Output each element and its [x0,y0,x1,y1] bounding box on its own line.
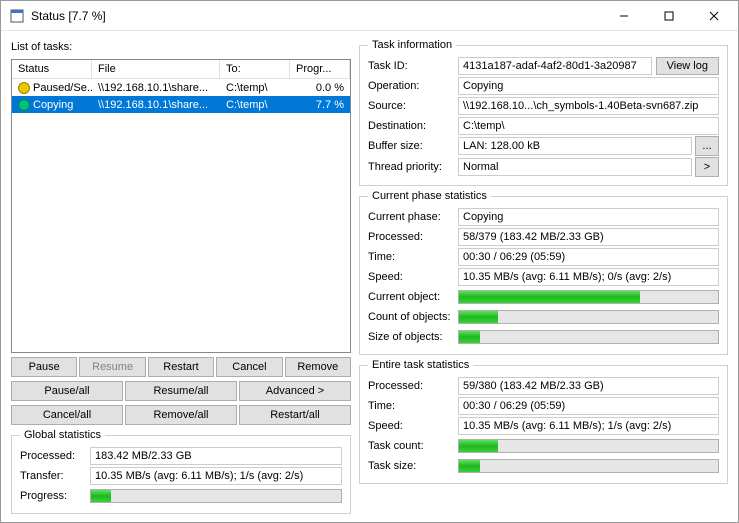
resume-button[interactable]: Resume [79,357,145,377]
phase-stats-group: Current phase statistics Current phase:C… [359,190,728,355]
view-log-button[interactable]: View log [656,57,719,75]
size-objects-bar [458,330,719,344]
restart-all-button[interactable]: Restart/all [239,405,351,425]
count-objects-bar [458,310,719,324]
col-to[interactable]: To: [220,60,290,78]
buffer-more-button[interactable]: ... [695,136,719,156]
task-size-bar [458,459,719,473]
global-transfer-value: 10.35 MB/s (avg: 6.11 MB/s); 1/s (avg: 2… [90,467,342,485]
destination-value: C:\temp\ [458,117,719,135]
task-id-value: 4131a187-adaf-4af2-80d1-3a20987 [458,57,652,75]
restart-button[interactable]: Restart [148,357,214,377]
task-row[interactable]: Copying \\192.168.10.1\share... C:\temp\… [12,96,350,113]
col-file[interactable]: File [92,60,220,78]
list-header[interactable]: Status File To: Progr... [12,60,350,79]
app-icon [9,8,25,24]
source-value: \\192.168.10...\ch_symbols-1.40Beta-svn6… [458,97,719,115]
operation-value: Copying [458,77,719,95]
window-title: Status [7.7 %] [31,9,601,23]
task-row[interactable]: Paused/Se... \\192.168.10.1\share... C:\… [12,79,350,96]
task-info-group: Task information Task ID:4131a187-adaf-4… [359,39,728,186]
pause-all-button[interactable]: Pause/all [11,381,123,401]
pause-button[interactable]: Pause [11,357,77,377]
advanced-button[interactable]: Advanced > [239,381,351,401]
cancel-all-button[interactable]: Cancel/all [11,405,123,425]
remove-button[interactable]: Remove [285,357,351,377]
resume-all-button[interactable]: Resume/all [125,381,237,401]
phase-processed-value: 58/379 (183.42 MB/2.33 GB) [458,228,719,246]
col-status[interactable]: Status [12,60,92,78]
col-progress[interactable]: Progr... [290,60,350,78]
thread-more-button[interactable]: > [695,157,719,177]
global-stats-legend: Global statistics [20,429,105,441]
entire-speed-value: 10.35 MB/s (avg: 6.11 MB/s); 1/s (avg: 2… [458,417,719,435]
maximize-button[interactable] [646,1,691,30]
status-icon-copying [18,99,30,111]
global-stats-group: Global statistics Processed:183.42 MB/2.… [11,429,351,514]
buffer-value: LAN: 128.00 kB [458,137,692,155]
global-processed-value: 183.42 MB/2.33 GB [90,447,342,465]
current-object-bar [458,290,719,304]
tasks-list[interactable]: Status File To: Progr... Paused/Se... \\… [11,59,351,353]
entire-stats-group: Entire task statistics Processed:59/380 … [359,359,728,484]
thread-value: Normal [458,158,692,176]
global-progress-bar [90,489,342,503]
status-icon-paused [18,82,30,94]
entire-time-value: 00:30 / 06:29 (05:59) [458,397,719,415]
entire-processed-value: 59/380 (183.42 MB/2.33 GB) [458,377,719,395]
close-button[interactable] [691,1,736,30]
current-phase-value: Copying [458,208,719,226]
remove-all-button[interactable]: Remove/all [125,405,237,425]
task-count-bar [458,439,719,453]
minimize-button[interactable] [601,1,646,30]
cancel-button[interactable]: Cancel [216,357,282,377]
entire-stats-legend: Entire task statistics [368,359,473,371]
task-info-legend: Task information [368,39,456,51]
phase-stats-legend: Current phase statistics [368,190,491,202]
phase-time-value: 00:30 / 06:29 (05:59) [458,248,719,266]
phase-speed-value: 10.35 MB/s (avg: 6.11 MB/s); 0/s (avg: 2… [458,268,719,286]
tasks-label: List of tasks: [11,39,351,55]
titlebar: Status [7.7 %] [1,1,738,31]
